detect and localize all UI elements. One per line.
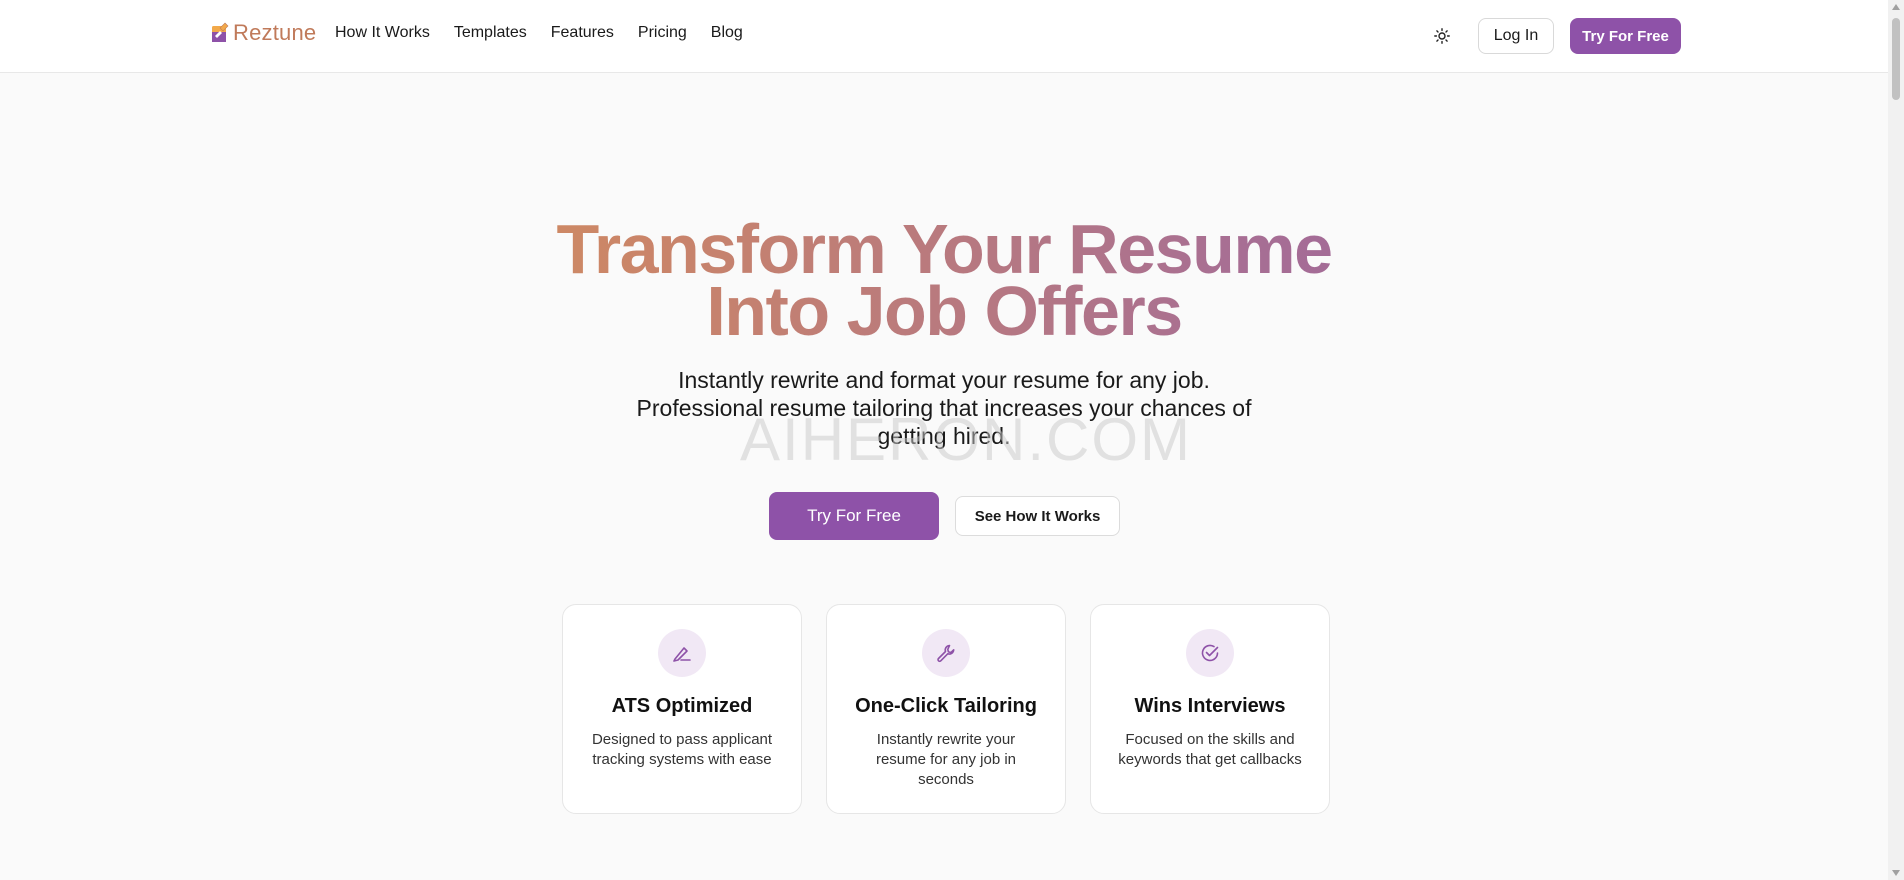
feature-title: Wins Interviews xyxy=(1134,695,1286,717)
feature-icon-wrapper xyxy=(658,629,706,677)
feature-icon-wrapper xyxy=(1186,629,1234,677)
theme-toggle-button[interactable] xyxy=(1430,24,1454,48)
feature-card-tailoring: One-Click Tailoring Instantly rewrite yo… xyxy=(826,604,1066,814)
pen-icon xyxy=(673,647,691,662)
hero-title-line-2: Into Job Offers xyxy=(706,272,1182,350)
scroll-down-arrow-icon[interactable] xyxy=(1892,870,1900,876)
feature-title: ATS Optimized xyxy=(611,695,753,717)
main-nav: How It Works Templates Features Pricing … xyxy=(335,24,743,42)
hero-title-line-1: Transform Your Resume xyxy=(556,210,1332,288)
page-scrollbar[interactable] xyxy=(1888,0,1904,880)
feature-description: Focused on the skills and keywords that … xyxy=(1118,731,1302,768)
feature-description: Instantly rewrite your resume for any jo… xyxy=(875,731,1017,788)
see-how-it-works-button[interactable]: See How It Works xyxy=(955,496,1120,536)
sun-icon xyxy=(1434,28,1450,44)
feature-description: Designed to pass applicant tracking syst… xyxy=(591,731,773,768)
wrench-icon xyxy=(937,644,955,663)
logo-text: Reztune xyxy=(233,20,317,45)
feature-card-interviews: Wins Interviews Focused on the skills an… xyxy=(1090,604,1330,814)
hero-title: Transform Your Resume Into Job Offers xyxy=(0,218,1888,342)
feature-card-ats: ATS Optimized Designed to pass applicant… xyxy=(562,604,802,814)
logo-icon xyxy=(211,22,231,44)
nav-features[interactable]: Features xyxy=(551,24,614,42)
try-free-hero-button[interactable]: Try For Free xyxy=(769,492,939,540)
feature-title: One-Click Tailoring xyxy=(855,695,1037,717)
top-nav-bar: Reztune How It Works Templates Features … xyxy=(0,0,1888,73)
logo[interactable]: Reztune xyxy=(211,18,316,48)
scrollbar-thumb[interactable] xyxy=(1892,18,1900,100)
nav-blog[interactable]: Blog xyxy=(711,24,743,42)
feature-icon-wrapper xyxy=(922,629,970,677)
nav-pricing[interactable]: Pricing xyxy=(638,24,687,42)
check-circle-icon xyxy=(1201,644,1219,662)
login-button[interactable]: Log In xyxy=(1478,18,1554,54)
nav-templates[interactable]: Templates xyxy=(454,24,527,42)
nav-how-it-works[interactable]: How It Works xyxy=(335,24,430,42)
hero-subtitle: Instantly rewrite and format your resume… xyxy=(636,367,1252,449)
scroll-up-arrow-icon[interactable] xyxy=(1892,4,1900,10)
try-free-header-button[interactable]: Try For Free xyxy=(1570,18,1681,54)
